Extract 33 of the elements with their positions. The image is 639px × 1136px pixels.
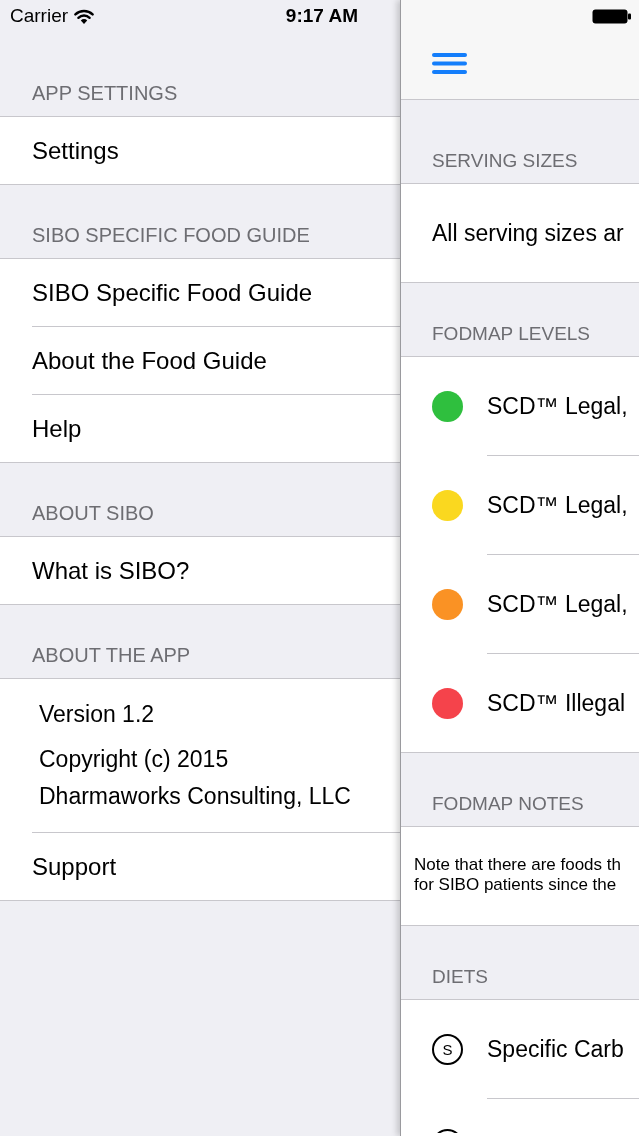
- fodmap-level-row[interactable]: SCD™ Illegal: [401, 654, 639, 752]
- fodmap-level-row[interactable]: SCD™ Legal,: [401, 456, 639, 554]
- fodmap-level-row[interactable]: SCD™ Legal,: [401, 357, 639, 455]
- menu-item[interactable]: About the Food Guide: [0, 327, 400, 394]
- version-text: Version 1.2: [39, 700, 156, 729]
- section-header: ABOUT THE APP: [32, 643, 191, 667]
- fodmap-level-row[interactable]: SCD™ Legal,: [401, 555, 639, 653]
- serving-size-text: All serving sizes ar: [432, 218, 624, 248]
- clock-time: 9:17 AM: [285, 5, 358, 27]
- level-label: SCD™ Legal,: [487, 490, 628, 520]
- menu-item[interactable]: Help: [0, 395, 400, 462]
- wifi-icon: [74, 8, 95, 24]
- menu-item[interactable]: What is SIBO?: [0, 537, 400, 604]
- section-header: SERVING SIZES: [432, 150, 578, 172]
- level-label: SCD™ Legal,: [487, 589, 628, 619]
- section-header: FODMAP NOTES: [432, 793, 584, 815]
- fodmap-note-text: Note that there are foods th for SIBO patients since the: [414, 855, 622, 895]
- diet-label: Specific Carb: [487, 1034, 624, 1064]
- section-header: ABOUT SIBO: [32, 501, 154, 525]
- section-header: DIETS: [432, 966, 488, 988]
- section-header: APP SETTINGS: [32, 81, 178, 105]
- carrier-name: Carrier: [10, 5, 69, 27]
- letter-badge: S: [432, 1033, 463, 1065]
- battery-icon: [592, 9, 631, 24]
- section-header: FODMAP LEVELS: [432, 323, 591, 345]
- level-label: SCD™ Legal,: [487, 391, 628, 421]
- copyright-text: Copyright (c) 2015 Dharmaworks Consulting, LLC: [39, 745, 352, 811]
- menu-item[interactable]: SIBO Specific Food Guide: [0, 259, 400, 326]
- level-label: SCD™ Illegal: [487, 688, 626, 718]
- section-header: SIBO SPECIFIC FOOD GUIDE: [32, 223, 310, 247]
- menu-icon[interactable]: [432, 53, 467, 74]
- menu-item[interactable]: Settings: [0, 117, 400, 184]
- menu-item[interactable]: Support: [0, 833, 400, 900]
